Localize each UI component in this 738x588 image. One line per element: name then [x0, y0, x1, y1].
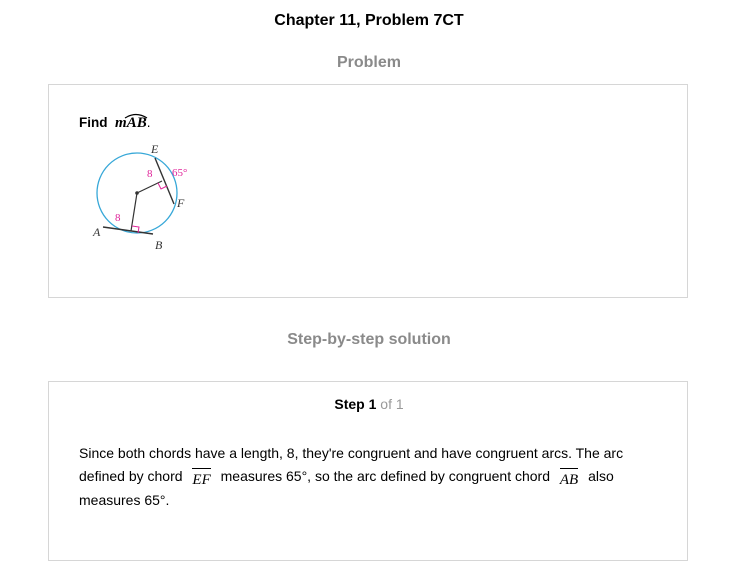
problem-statement: Find mAB. — [79, 113, 150, 132]
perpendicular-ab — [130, 192, 138, 232]
step-word: Step — [334, 396, 365, 412]
find-label: Find — [79, 115, 108, 130]
chord-ef — [154, 157, 175, 205]
chord-ab — [102, 226, 154, 235]
chord-ab-notation: AB — [559, 468, 579, 492]
circle-figure: E F A B 8 8 65° — [92, 142, 187, 251]
arc-measure-label: 65° — [172, 167, 187, 179]
chord-length-ef: 8 — [147, 168, 153, 180]
label-a: A — [92, 225, 101, 239]
arc-notation: mAB. — [111, 113, 150, 132]
solution-text: Since both chords have a length, 8, they… — [79, 442, 659, 512]
arc-mark-icon — [124, 113, 148, 119]
center-point — [135, 191, 139, 195]
label-f: F — [176, 196, 185, 210]
step-number: 1 — [368, 396, 377, 412]
problem-heading: Problem — [336, 54, 401, 71]
solution-box: Step 1 of 1 Since both chords have a len… — [48, 381, 688, 561]
solution-part-2: measures 65°, so the arc defined by cong… — [220, 468, 550, 484]
step-label: Step 1 of 1 — [49, 396, 689, 412]
chord-length-ab: 8 — [115, 212, 121, 224]
step-total: of 1 — [380, 396, 404, 412]
label-b: B — [155, 238, 163, 251]
solution-heading: Step-by-step solution — [287, 331, 451, 348]
label-e: E — [150, 142, 159, 156]
page-title: Chapter 11, Problem 7CT — [274, 12, 464, 29]
problem-box: Find mAB. E F A B 8 8 65° — [48, 84, 688, 298]
chord-ef-notation: EF — [192, 468, 212, 492]
perpendicular-ef — [136, 180, 163, 194]
